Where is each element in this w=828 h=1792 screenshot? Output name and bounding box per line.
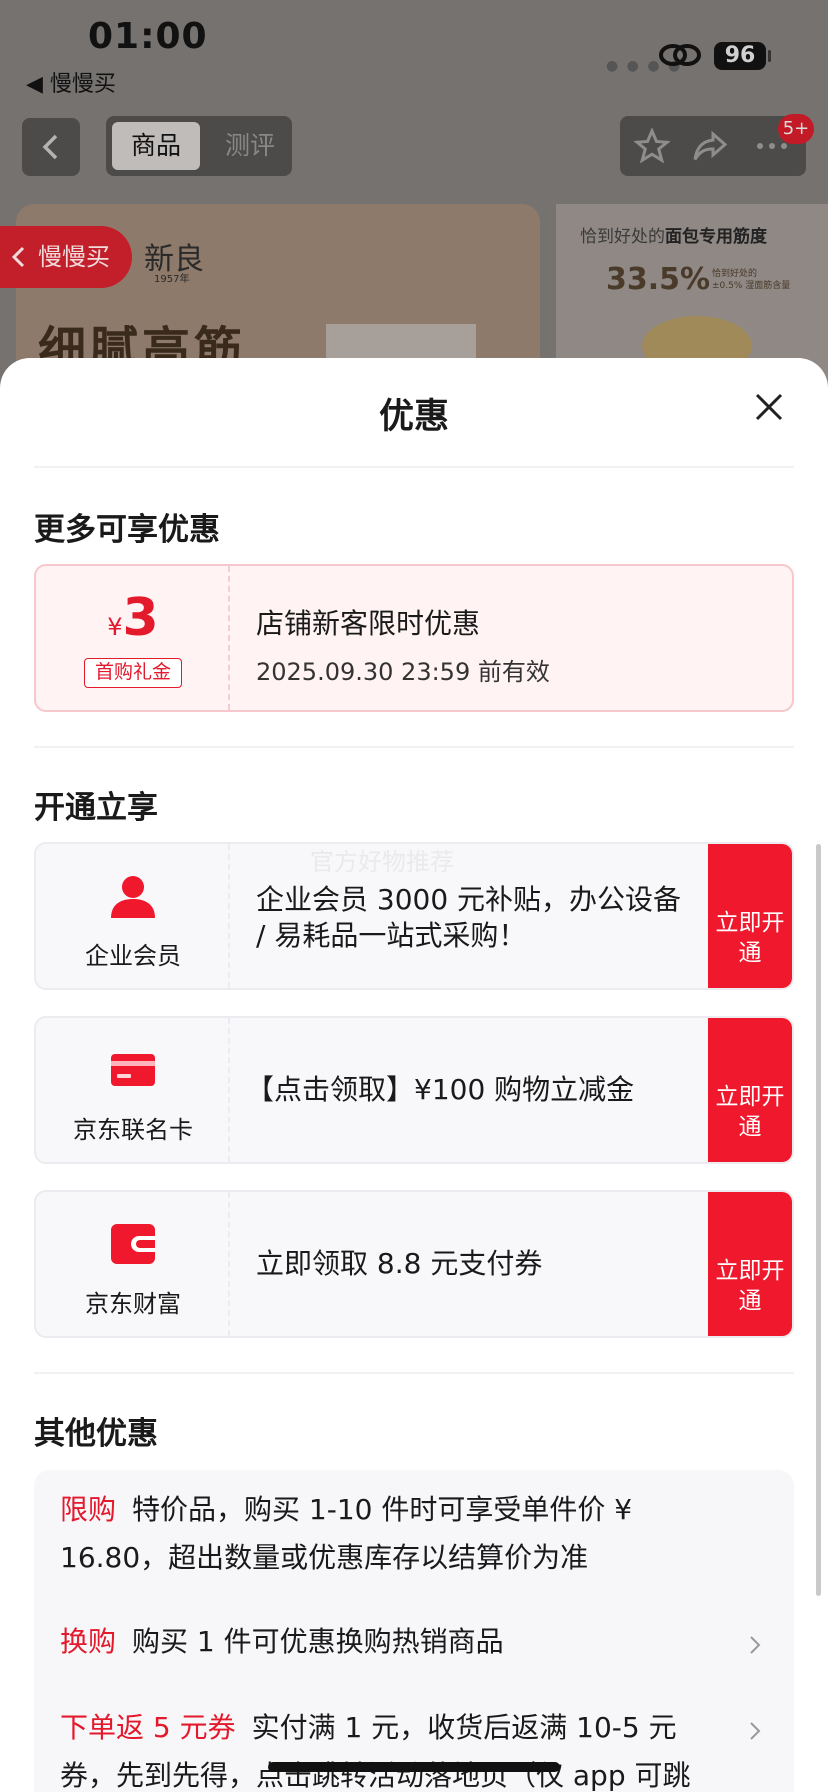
open-now-button[interactable]: 立即开通 — [708, 1192, 792, 1336]
coupon-valid-date: 2025.09.30 23:59 前有效 — [256, 658, 550, 686]
section-title-more: 更多可享优惠 — [34, 512, 220, 548]
battery-indicator: 96 — [714, 42, 766, 70]
chevron-left-icon — [42, 134, 58, 160]
hero-percent-note-2: ±0.5% 湿面筋含量 — [712, 281, 791, 291]
offer-text: 立即领取 8.8 元支付券 — [256, 1247, 543, 1280]
credit-card-icon — [111, 1054, 155, 1086]
back-to-app-link[interactable]: ◀ 慢慢买 — [26, 66, 116, 98]
floating-back-button[interactable]: 慢慢买 — [0, 226, 132, 288]
wallet-icon — [111, 1224, 155, 1264]
offer-tag: 下单返 5 元券 — [60, 1711, 236, 1744]
coupon-currency: ¥ — [107, 613, 123, 641]
offer-card-finance: 京东财富 立即领取 8.8 元支付券 立即开通 — [34, 1190, 794, 1338]
offer-name: 京东联名卡 — [73, 1116, 193, 1144]
sheet-title: 优惠 — [378, 397, 449, 437]
offer-card-left: 企业会员 — [36, 844, 230, 988]
offer-desc: 购买 1 件可优惠换购热销商品 — [132, 1625, 504, 1658]
coupon-amount: ¥3 — [36, 588, 230, 648]
coupon-name: 店铺新客限时优惠 — [256, 607, 481, 640]
nav-back-button[interactable] — [22, 118, 80, 176]
hero-year: 1957年 — [154, 274, 190, 285]
divider — [34, 746, 794, 748]
chevron-right-icon — [750, 1722, 761, 1740]
star-icon[interactable] — [634, 128, 670, 164]
open-now-button[interactable]: 立即开通 — [708, 844, 792, 988]
chevron-right-icon — [750, 1636, 761, 1654]
offer-card-left: 京东联名卡 — [36, 1018, 230, 1162]
offer-card-cobrand: 京东联名卡 【点击领取】¥100 购物立减金 立即开通 — [34, 1016, 794, 1164]
other-offer-row[interactable]: 换购 购买 1 件可优惠换购热销商品 — [60, 1618, 760, 1666]
offer-name: 企业会员 — [85, 942, 181, 970]
offer-text: 企业会员 3000 元补贴，办公设备 / 易耗品一站式采购！ — [256, 883, 682, 952]
offer-tag: 换购 — [60, 1625, 117, 1658]
other-offer-row: 限购 特价品，购买 1-10 件时可享受单件价 ¥ 16.80，超出数量或优惠库存… — [60, 1486, 740, 1582]
tab-review[interactable]: 测评 — [214, 122, 286, 170]
section-title-open: 开通立享 — [34, 790, 158, 826]
tab-product[interactable]: 商品 — [112, 122, 200, 170]
home-indicator — [268, 1762, 560, 1772]
watermark-text: 官方好物推荐 — [310, 848, 454, 876]
hero-percent-note-1: 恰到好处的 — [712, 269, 758, 279]
hero-side-bold: 面包专用筋度 — [665, 227, 767, 247]
scrollbar[interactable] — [816, 844, 821, 1596]
coupon-card[interactable]: ¥3 首购礼金 店铺新客限时优惠 2025.09.30 23:59 前有效 — [34, 564, 794, 712]
close-icon[interactable] — [748, 386, 790, 428]
battery-tip — [768, 50, 771, 62]
offer-text: 【点击领取】¥100 购物立减金 — [246, 1073, 635, 1106]
chevron-left-icon — [11, 246, 25, 268]
coupon-tag: 首购礼金 — [84, 658, 182, 688]
hero-percent: 33.5% — [606, 262, 711, 297]
offer-desc: 特价品，购买 1-10 件时可享受单件价 ¥ 16.80，超出数量或优惠库存以结… — [60, 1493, 633, 1574]
open-now-button[interactable]: 立即开通 — [708, 1018, 792, 1162]
discount-sheet: 优惠 更多可享优惠 ¥3 首购礼金 店铺新客限时优惠 2025.09.30 23… — [0, 358, 828, 1792]
divider — [34, 1372, 794, 1374]
offer-tag: 限购 — [60, 1493, 117, 1526]
section-title-other: 其他优惠 — [34, 1416, 158, 1452]
hero-percent-note: 恰到好处的 ±0.5% 湿面筋含量 — [712, 268, 790, 292]
offer-name: 京东财富 — [85, 1290, 181, 1318]
notification-badge: 5+ — [778, 114, 814, 144]
share-icon[interactable] — [692, 128, 728, 164]
hero-side-prefix: 恰到好处的 — [580, 227, 665, 247]
offer-card-left: 京东财富 — [36, 1192, 230, 1336]
floating-back-label: 慢慢买 — [38, 243, 110, 271]
link-icon — [659, 44, 701, 66]
other-offer-row[interactable]: 下单返 5 元券 实付满 1 元，收货后返满 10-5 元券，先到先得，点击跳转活… — [60, 1704, 730, 1792]
hero-side-text: 恰到好处的面包专用筋度 — [580, 222, 767, 247]
coupon-value: 3 — [122, 588, 159, 648]
tab-group: 商品 测评 — [106, 116, 292, 176]
person-icon — [111, 876, 155, 918]
other-offers-box: 限购 特价品，购买 1-10 件时可享受单件价 ¥ 16.80，超出数量或优惠库存… — [34, 1470, 794, 1792]
status-time: 01:00 — [88, 16, 208, 57]
coupon-left: ¥3 首购礼金 — [36, 566, 230, 710]
divider — [34, 466, 794, 468]
